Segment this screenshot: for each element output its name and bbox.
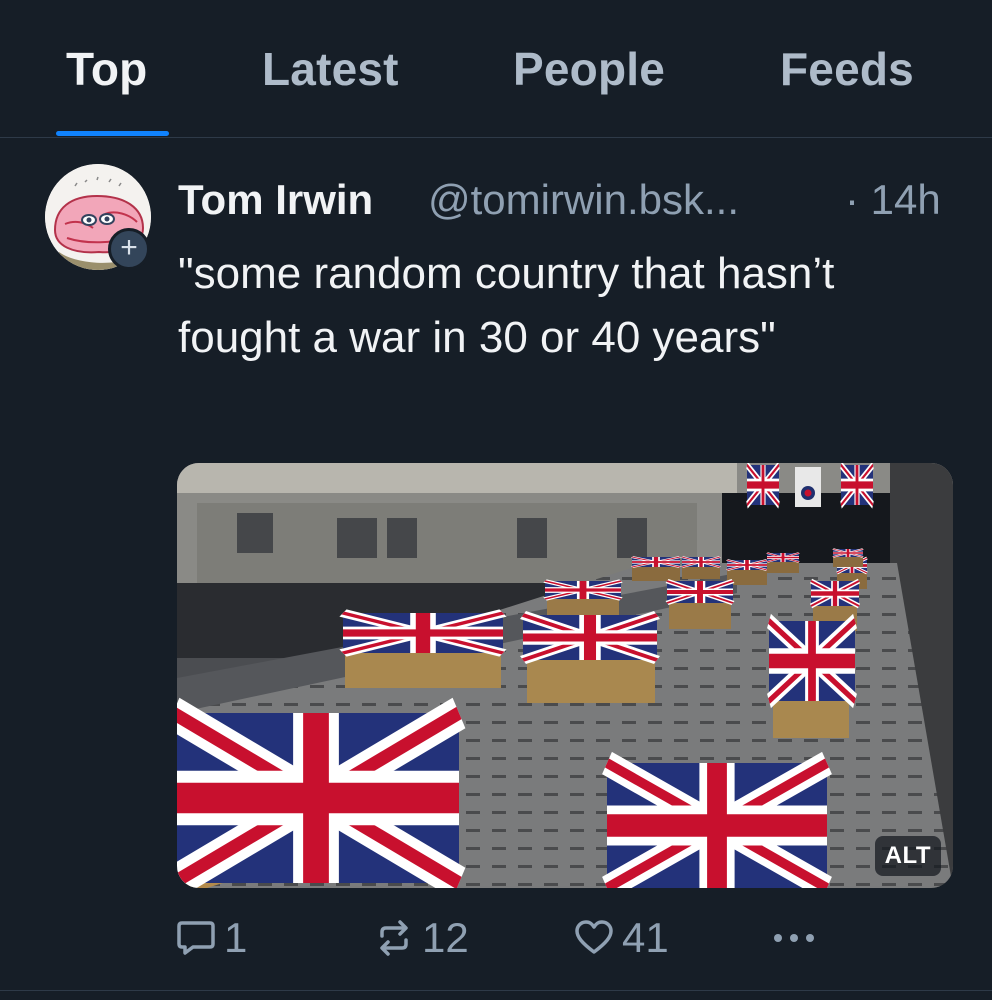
post-image[interactable]: ALT xyxy=(177,463,953,888)
post-actions: 1 12 41 xyxy=(176,908,956,968)
search-tabs: Top Latest People Feeds xyxy=(0,0,992,138)
heart-icon xyxy=(574,919,614,957)
active-tab-indicator xyxy=(56,131,169,136)
tab-latest[interactable]: Latest xyxy=(262,42,399,96)
like-count: 41 xyxy=(622,914,669,961)
repost-button[interactable]: 12 xyxy=(374,908,469,968)
repost-icon xyxy=(374,919,414,957)
alt-text-badge[interactable]: ALT xyxy=(874,836,941,876)
post-timestamp[interactable]: · 14h xyxy=(845,176,941,224)
post-text: "some random country that hasn’t fought … xyxy=(178,249,835,362)
repost-count: 12 xyxy=(422,914,469,961)
tab-people[interactable]: People xyxy=(513,42,665,96)
plus-icon: + xyxy=(120,231,138,264)
coffins-photo xyxy=(177,463,953,888)
tab-feeds[interactable]: Feeds xyxy=(780,42,914,96)
more-icon xyxy=(772,932,816,944)
reply-button[interactable]: 1 xyxy=(176,908,247,968)
reply-icon xyxy=(176,919,216,957)
like-button[interactable]: 41 xyxy=(574,908,669,968)
more-options-button[interactable] xyxy=(772,908,816,968)
follow-button[interactable]: + xyxy=(108,228,150,270)
post-divider xyxy=(0,990,992,991)
author-name[interactable]: Tom Irwin xyxy=(178,176,373,224)
reply-count: 1 xyxy=(224,914,248,961)
author-handle[interactable]: @tomirwin.bsk... xyxy=(428,176,739,224)
post-item[interactable]: + Tom Irwin @tomirwin.bsk... · 14h "some… xyxy=(0,138,992,990)
post-header: Tom Irwin @tomirwin.bsk... · 14h xyxy=(178,176,958,228)
tab-top[interactable]: Top xyxy=(66,42,147,96)
